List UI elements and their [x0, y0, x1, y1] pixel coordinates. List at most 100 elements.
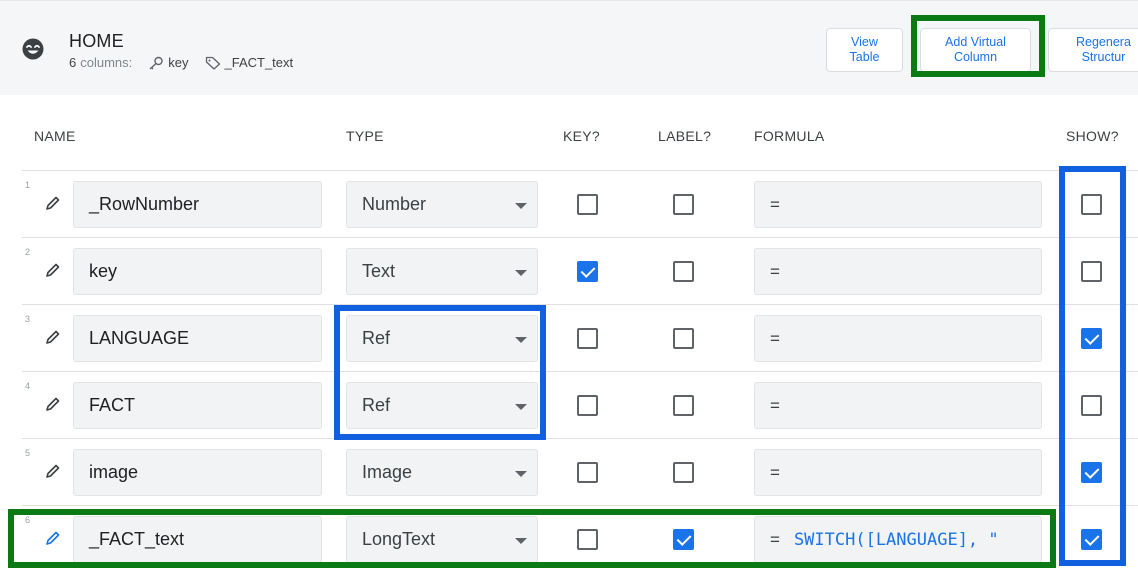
formula-input[interactable]: = [754, 315, 1042, 362]
column-name-input[interactable]: FACT [73, 382, 322, 429]
formula-input[interactable]: = [754, 449, 1042, 496]
column-type-select[interactable]: Ref [346, 315, 538, 362]
formula-input[interactable]: = [754, 382, 1042, 429]
tag-icon [205, 56, 220, 70]
column-name-input[interactable]: key [73, 248, 322, 295]
columns-count: 6 [69, 55, 77, 70]
edit-pencil-icon[interactable] [45, 329, 61, 345]
columns-suffix: columns: [80, 55, 133, 70]
key-checkbox[interactable] [577, 462, 598, 483]
key-checkbox[interactable] [577, 328, 598, 349]
label-checkbox[interactable] [673, 462, 694, 483]
label-checkbox[interactable] [673, 194, 694, 215]
view-table-line2: Table [849, 50, 880, 64]
chevron-down-icon [515, 203, 527, 209]
table-header: HOME 6 columns: key _FACT_text View Tabl… [0, 0, 1138, 95]
table-row: 6 _FACT_text LongText = SWITCH([LANGUAGE… [22, 505, 1138, 568]
row-number: 6 [25, 515, 31, 525]
formula-input[interactable]: = SWITCH([LANGUAGE], " [754, 516, 1042, 563]
formula-equals: = [770, 261, 780, 281]
column-name-input[interactable]: LANGUAGE [73, 315, 322, 362]
formula-equals: = [770, 328, 780, 348]
row-number: 5 [25, 448, 31, 458]
show-checkbox[interactable] [1081, 194, 1102, 215]
label-chip: _FACT_text [205, 55, 294, 70]
label-chip-label: _FACT_text [224, 55, 294, 70]
view-table-button[interactable]: View Table [826, 28, 903, 72]
column-header-name: NAME [34, 128, 76, 144]
edit-pencil-icon[interactable] [45, 396, 61, 412]
column-type-value: LongText [362, 529, 436, 549]
column-name-input[interactable]: _RowNumber [73, 181, 322, 228]
add-virtual-column-button[interactable]: Add Virtual Column [920, 28, 1031, 72]
formula-input[interactable]: = [754, 248, 1042, 295]
edit-pencil-icon[interactable] [45, 195, 61, 211]
chevron-down-icon [515, 404, 527, 410]
regenerate-structure-button[interactable]: Regenera Structur [1048, 28, 1138, 72]
edit-pencil-icon[interactable] [45, 262, 61, 278]
row-number: 2 [25, 247, 31, 257]
column-type-value: Ref [362, 328, 391, 348]
label-checkbox[interactable] [673, 328, 694, 349]
label-checkbox[interactable] [673, 529, 694, 550]
regen-line2: Structur [1081, 50, 1126, 64]
key-chip: key [148, 55, 189, 70]
column-header-key: KEY? [563, 128, 600, 144]
formula-equals: = [770, 462, 780, 482]
table-meta: 6 columns: key _FACT_text [69, 55, 293, 70]
column-header-formula: FORMULA [754, 128, 825, 144]
show-checkbox[interactable] [1081, 261, 1102, 282]
chevron-down-icon [515, 538, 527, 544]
chevron-down-icon [515, 471, 527, 477]
column-type-select[interactable]: LongText [346, 516, 538, 563]
show-checkbox[interactable] [1081, 328, 1102, 349]
chevron-down-icon [515, 337, 527, 343]
column-type-select[interactable]: Number [346, 181, 538, 228]
table-row: 5 image Image = [22, 438, 1138, 505]
edit-pencil-icon[interactable] [45, 530, 61, 546]
column-type-value: Ref [362, 395, 391, 415]
column-type-select[interactable]: Text [346, 248, 538, 295]
add-virtual-line1: Add Virtual [945, 35, 1006, 49]
label-checkbox[interactable] [673, 261, 694, 282]
table-row: 1 _RowNumber Number = [22, 170, 1138, 237]
row-number: 1 [25, 180, 31, 190]
column-header-label: LABEL? [658, 128, 712, 144]
formula-input[interactable]: = [754, 181, 1042, 228]
formula-equals: = [770, 395, 780, 415]
column-name-input[interactable]: _FACT_text [73, 516, 322, 563]
column-name-input[interactable]: image [73, 449, 322, 496]
formula-equals: = [770, 529, 780, 549]
column-type-select[interactable]: Image [346, 449, 538, 496]
show-checkbox[interactable] [1081, 462, 1102, 483]
column-type-value: Image [362, 462, 413, 482]
key-checkbox[interactable] [577, 261, 598, 282]
show-checkbox[interactable] [1081, 395, 1102, 416]
column-header-type: TYPE [346, 128, 384, 144]
label-checkbox[interactable] [673, 395, 694, 416]
row-number: 4 [25, 381, 31, 391]
page-title: HOME [69, 31, 124, 51]
formula-equals: = [770, 194, 780, 214]
smiley-face-icon [22, 38, 44, 60]
table-row: 3 LANGUAGE Ref = [22, 304, 1138, 371]
key-chip-label: key [168, 55, 189, 70]
column-type-select[interactable]: Ref [346, 382, 538, 429]
table-row: 4 FACT Ref = [22, 371, 1138, 438]
key-checkbox[interactable] [577, 529, 598, 550]
add-virtual-line2: Column [953, 50, 998, 64]
show-checkbox[interactable] [1081, 529, 1102, 550]
row-number: 3 [25, 314, 31, 324]
regen-line1: Regenera [1076, 35, 1131, 49]
column-header-show: SHOW? [1066, 128, 1119, 144]
key-checkbox[interactable] [577, 194, 598, 215]
column-type-value: Number [362, 194, 427, 214]
column-type-value: Text [362, 261, 396, 281]
key-checkbox[interactable] [577, 395, 598, 416]
edit-pencil-icon[interactable] [45, 463, 61, 479]
formula-code: SWITCH([LANGUAGE], " [793, 529, 999, 550]
view-table-line1: View [851, 35, 878, 49]
table-row: 2 key Text = [22, 237, 1138, 304]
key-icon [149, 56, 163, 70]
chevron-down-icon [515, 270, 527, 276]
